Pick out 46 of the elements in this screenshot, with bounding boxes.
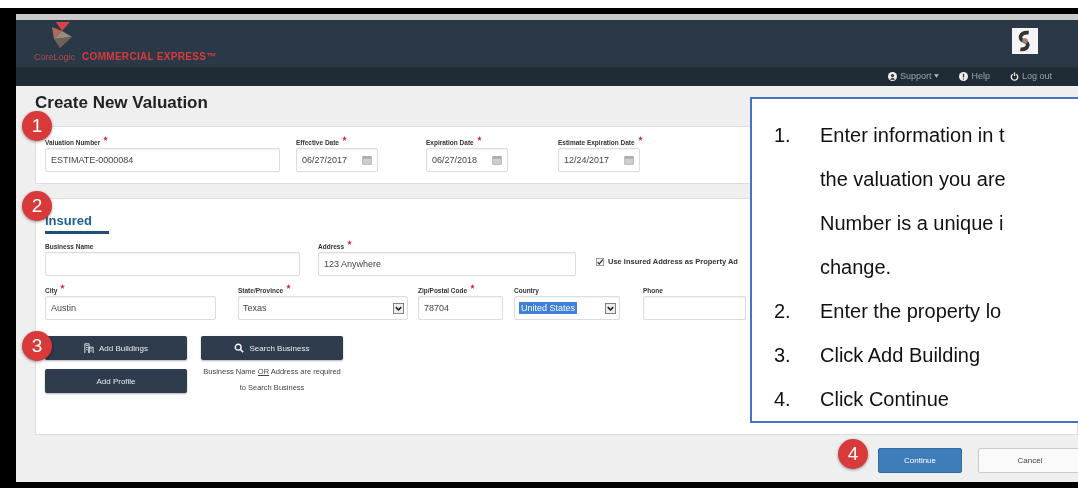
calendar-icon[interactable]: [492, 155, 502, 165]
step-number: 2.: [774, 299, 792, 324]
calendar-icon[interactable]: [362, 155, 372, 165]
search-icon: [234, 343, 245, 353]
step-text: Enter information in t the valuation you are Number is a unique i change.: [820, 123, 1006, 280]
user-icon: [887, 71, 897, 81]
brand-name: CoreLogic: [34, 52, 76, 62]
calendar-icon[interactable]: [624, 155, 634, 165]
nav-link[interactable]: Support: [887, 71, 940, 82]
nav-link[interactable]: Help: [959, 71, 990, 82]
step-text: Click Add Building: [820, 343, 981, 368]
action-button[interactable]: Add Buildings: [45, 336, 187, 360]
step-number: 3.: [774, 343, 792, 368]
step-number: 4.: [774, 387, 792, 412]
info-icon: [959, 71, 969, 81]
step-number: 1.: [774, 123, 792, 148]
text-field[interactable]: [643, 296, 746, 320]
checkbox[interactable]: [596, 257, 604, 266]
text-field[interactable]: 78704: [418, 296, 503, 320]
select-field[interactable]: United States: [514, 296, 620, 320]
product-name: COMMERCIAL EXPRESS™: [82, 51, 217, 62]
action-button[interactable]: Add Profile: [45, 369, 187, 393]
page-title: Create New Valuation: [35, 92, 209, 114]
dropdown-caret-icon[interactable]: [605, 302, 616, 314]
search-button[interactable]: Search Business: [201, 336, 343, 360]
profile-icon[interactable]: [1012, 28, 1038, 54]
text-field[interactable]: Austin: [45, 296, 216, 320]
building-icon: [84, 343, 95, 353]
date-field[interactable]: 06/27/2017: [296, 148, 378, 172]
power-icon: [1009, 71, 1019, 81]
step-number-badge: 1: [22, 111, 52, 141]
select-field[interactable]: Texas: [238, 296, 408, 320]
step-text: Click Continue: [820, 387, 949, 412]
insured-tab[interactable]: Insured: [45, 213, 109, 234]
step-text: Enter the property lo: [820, 299, 1002, 324]
date-field[interactable]: 12/24/2017: [558, 148, 640, 172]
nav-link[interactable]: Log out: [1009, 71, 1052, 82]
step-number-badge: 4: [838, 439, 868, 469]
text-field[interactable]: 123 Anywhere: [318, 252, 576, 276]
step-number-badge: 3: [22, 331, 52, 361]
dropdown-caret-icon[interactable]: [393, 302, 404, 314]
date-field[interactable]: 06/27/2018: [426, 148, 508, 172]
cancel-button[interactable]: Cancel: [978, 448, 1078, 473]
text-field[interactable]: ESTIMATE-0000084: [45, 148, 280, 172]
continue-button[interactable]: Continue: [878, 448, 962, 473]
text-field[interactable]: [45, 252, 300, 276]
